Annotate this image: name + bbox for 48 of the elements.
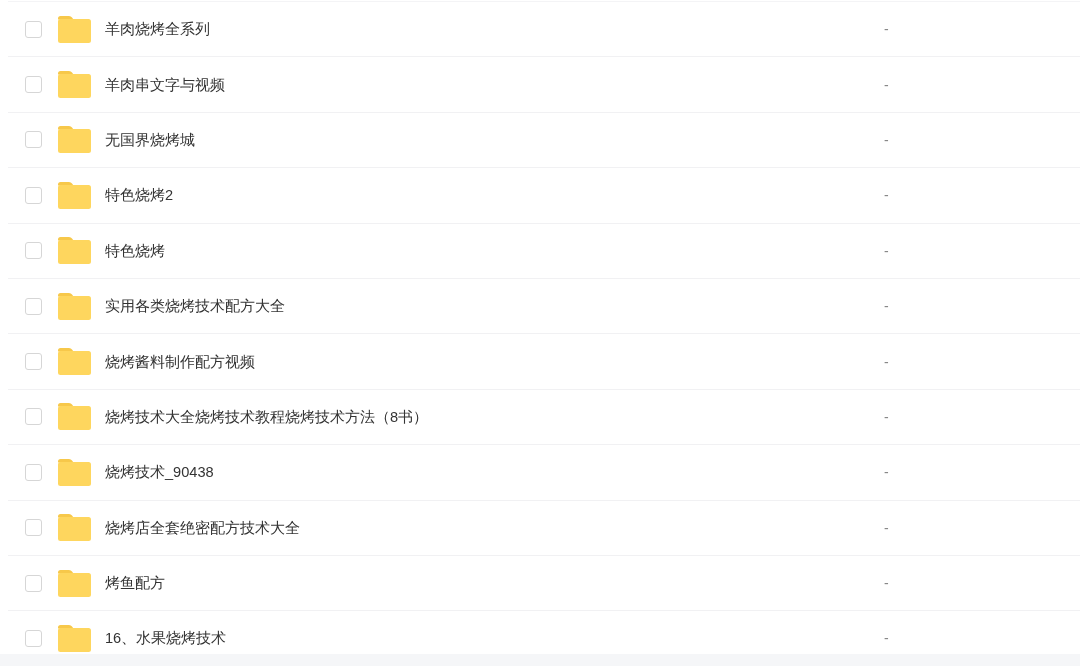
checkbox[interactable] [25,519,42,537]
folder-name[interactable]: 无国界烧烤城 [105,131,195,148]
dash-text: - [884,297,889,317]
folder-name[interactable]: 羊肉烧烤全系列 [105,21,210,38]
folder-icon [58,348,91,376]
dash-text: - [884,463,889,483]
folder-icon [58,71,91,99]
dash-text: - [884,629,889,649]
dash-text: - [884,574,889,594]
folder-name[interactable]: 实用各类烧烤技术配方大全 [105,298,285,315]
folder-name[interactable]: 羊肉串文字与视频 [105,76,225,93]
checkbox[interactable] [25,574,42,592]
folder-icon [58,15,91,43]
checkbox[interactable] [25,353,42,371]
dash-text: - [884,518,889,538]
dash-text: - [884,20,889,40]
dash-text: - [884,75,889,95]
folder-name[interactable]: 烧烤酱料制作配方视频 [105,353,255,370]
checkbox[interactable] [25,131,42,149]
dash-text: - [884,352,889,372]
checkbox[interactable] [25,408,42,426]
dash-text: - [884,407,889,427]
folder-name[interactable]: 烤鱼配方 [105,575,165,592]
dash-text: - [884,186,889,206]
folder-icon [58,237,91,265]
checkbox[interactable] [25,186,42,204]
folder-icon [58,403,91,431]
folder-name[interactable]: 特色烧烤 [105,242,165,259]
folder-icon [58,126,91,154]
folder-icon [58,569,91,597]
folder-name[interactable]: 16、水果烧烤技术 [105,630,227,647]
checkbox[interactable] [25,463,42,481]
folder-name[interactable]: 烧烤技术_90438 [105,464,214,481]
folder-icon [58,514,91,542]
folder-icon [58,458,91,486]
checkbox[interactable] [25,242,42,260]
checkbox[interactable] [25,297,42,315]
dash-text: - [884,241,889,261]
folder-icon [58,292,91,320]
dash-text: - [884,130,889,150]
folder-name[interactable]: 特色烧烤2 [105,187,174,204]
folder-icon [58,625,91,652]
checkbox[interactable] [25,20,42,38]
folder-icon [58,181,91,209]
folder-name[interactable]: 烧烤店全套绝密配方技术大全 [105,519,300,536]
checkbox[interactable] [25,630,42,647]
checkbox[interactable] [25,76,42,94]
folder-name[interactable]: 烧烤技术大全烧烤技术教程烧烤技术方法（8书） [105,408,429,425]
